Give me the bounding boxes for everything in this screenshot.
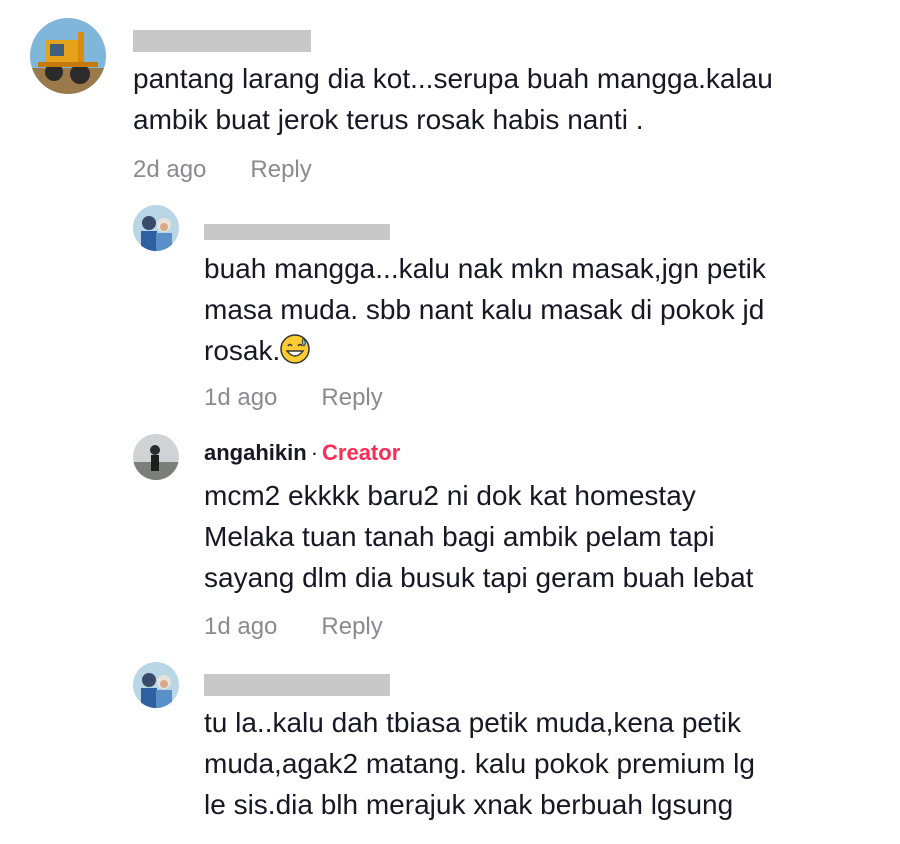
comment-text: tu la..kalu dah tbiasa petik muda,kena p… xyxy=(204,707,755,820)
redacted-username xyxy=(133,30,311,52)
avatar[interactable] xyxy=(133,205,179,251)
creator-badge: Creator xyxy=(322,440,401,465)
avatar[interactable] xyxy=(133,662,179,708)
comment-4: tu la..kalu dah tbiasa petik muda,kena p… xyxy=(0,660,900,844)
reply-button[interactable]: Reply xyxy=(321,613,382,640)
redacted-username xyxy=(204,674,390,696)
comment-1: pantang larang dia kot...serupa buah man… xyxy=(0,0,900,200)
comment-2: buah mangga...kalu nak mkn masak,jgn pet… xyxy=(0,200,900,430)
avatar[interactable] xyxy=(30,18,106,94)
timestamp: 1d ago xyxy=(204,613,278,640)
avatar[interactable] xyxy=(133,434,179,480)
timestamp: 1d ago xyxy=(204,384,278,411)
reply-button[interactable]: Reply xyxy=(321,384,382,411)
redacted-username-edge xyxy=(204,214,390,240)
avatar-excavator-icon xyxy=(30,18,106,94)
avatar-couple-icon xyxy=(133,662,179,708)
avatar-couple-icon xyxy=(133,205,179,251)
reply-button[interactable]: Reply xyxy=(250,156,311,183)
comment-3: angahikin · Creator mcm2 ekkkk baru2 ni do… xyxy=(0,430,900,660)
author-line: angahikin · Creator xyxy=(204,440,400,466)
comment-meta: 1d ago Reply xyxy=(204,384,383,412)
username[interactable]: angahikin xyxy=(204,440,307,465)
grinning-sweat-emoji-icon xyxy=(280,334,310,364)
comment-meta: 2d ago Reply xyxy=(133,156,312,184)
comment-text: buah mangga...kalu nak mkn masak,jgn pet… xyxy=(204,253,766,366)
timestamp: 2d ago xyxy=(133,156,207,183)
comment-text: mcm2 ekkkk baru2 ni dok kat homestay Mel… xyxy=(204,480,754,593)
avatar-person-icon xyxy=(133,434,179,480)
comment-text: pantang larang dia kot...serupa buah man… xyxy=(133,63,773,135)
comment-meta: 1d ago Reply xyxy=(204,613,383,641)
separator: · xyxy=(310,440,319,465)
